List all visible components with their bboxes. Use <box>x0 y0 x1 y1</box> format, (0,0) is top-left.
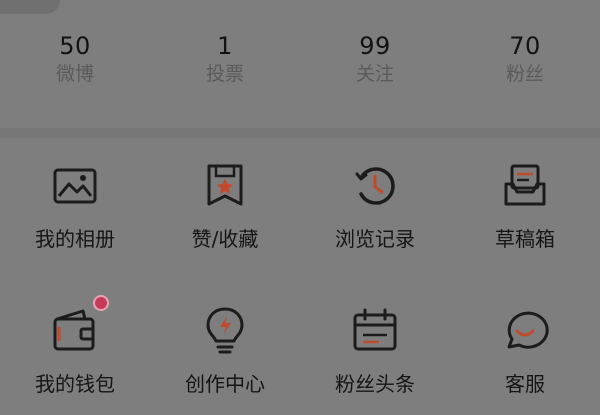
stat-label: 关注 <box>355 63 394 85</box>
menu-item-wallet[interactable]: 我的钱包 <box>0 285 150 415</box>
avatar-edge <box>0 0 60 14</box>
calendar-icon <box>349 305 401 357</box>
menu-item-drafts[interactable]: 草稿箱 <box>450 140 600 270</box>
menu-item-creator-center[interactable]: 创作中心 <box>150 285 300 415</box>
menu-label: 赞/收藏 <box>191 227 259 251</box>
customer-service-icon <box>499 305 551 357</box>
menu-item-history[interactable]: 浏览记录 <box>300 140 450 270</box>
stat-label: 粉丝 <box>505 63 544 85</box>
favorite-icon <box>199 160 251 212</box>
menu-label: 草稿箱 <box>495 227 555 251</box>
drafts-tray-icon <box>499 160 551 212</box>
menu-label: 我的相册 <box>35 227 115 251</box>
stat-value: 50 <box>59 32 91 60</box>
menu-label: 我的钱包 <box>35 372 115 396</box>
creator-bulb-icon <box>199 305 251 357</box>
profile-page: 50 微博 1 投票 99 关注 70 粉丝 我的相册 赞/收藏 浏览记录 草稿… <box>0 0 600 400</box>
stat-followers[interactable]: 70 粉丝 <box>450 32 600 86</box>
wallet-icon <box>49 295 109 357</box>
menu-item-favorites[interactable]: 赞/收藏 <box>150 140 300 270</box>
menu-label: 粉丝头条 <box>335 372 415 396</box>
section-divider <box>0 128 600 138</box>
stat-votes[interactable]: 1 投票 <box>150 32 300 86</box>
stat-value: 1 <box>217 32 233 60</box>
menu-label: 创作中心 <box>185 372 265 396</box>
stat-label: 投票 <box>205 63 244 85</box>
menu-label: 客服 <box>505 372 545 396</box>
menu-item-fans-headline[interactable]: 粉丝头条 <box>300 285 450 415</box>
stat-following[interactable]: 99 关注 <box>300 32 450 86</box>
stats-row: 50 微博 1 投票 99 关注 70 粉丝 <box>0 22 600 106</box>
menu-label: 浏览记录 <box>335 227 415 251</box>
photo-album-icon <box>49 160 101 212</box>
stat-label: 微博 <box>55 63 94 85</box>
menu-item-album[interactable]: 我的相册 <box>0 140 150 270</box>
menu-grid: 我的相册 赞/收藏 浏览记录 草稿箱 我的钱包 创作中心 粉丝头条 客服 <box>0 140 600 400</box>
history-clock-icon <box>349 160 401 212</box>
menu-item-customer-service[interactable]: 客服 <box>450 285 600 415</box>
stat-value: 99 <box>359 32 391 60</box>
stat-value: 70 <box>509 32 541 60</box>
stat-weibo[interactable]: 50 微博 <box>0 32 150 86</box>
notification-dot <box>93 295 109 311</box>
